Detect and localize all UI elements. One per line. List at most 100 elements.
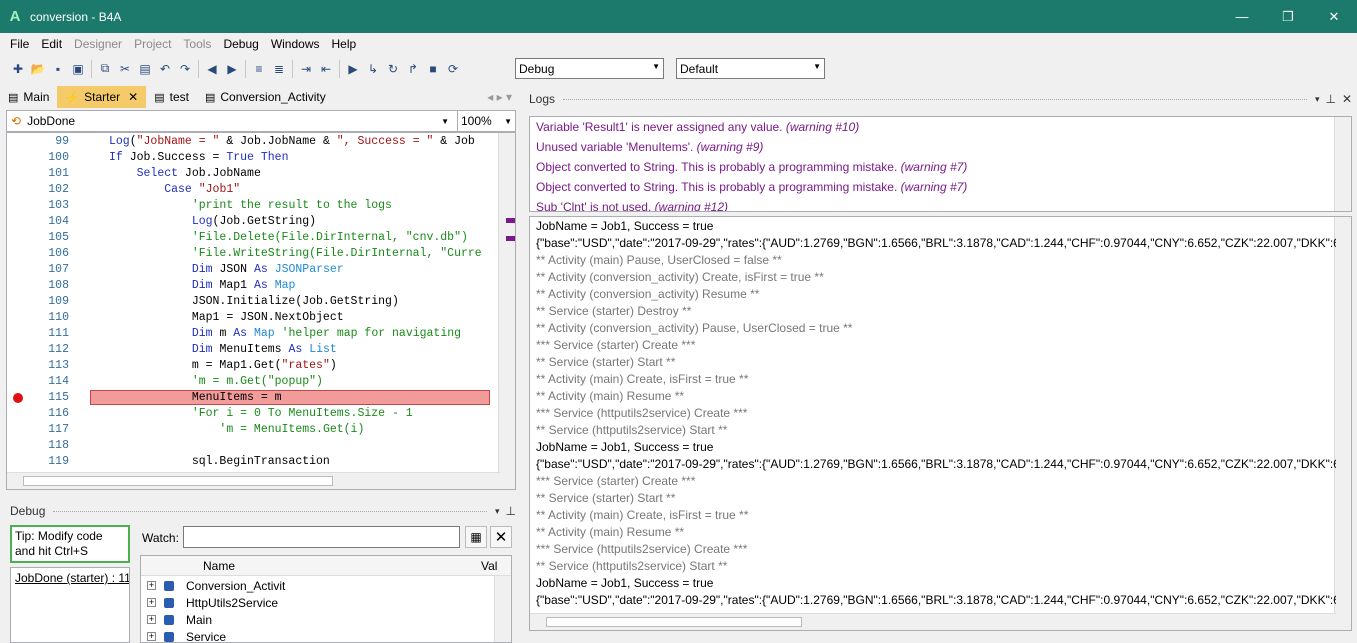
pin-icon[interactable]: ⊥ (1325, 92, 1335, 106)
watch-input[interactable] (183, 526, 460, 548)
breakpoint-icon[interactable] (13, 393, 23, 403)
comment-icon[interactable]: ≡ (249, 59, 269, 79)
menu-windows[interactable]: Windows (265, 37, 326, 51)
menu-edit[interactable]: Edit (35, 37, 68, 51)
code-line[interactable]: 106 'File.WriteString(File.DirInternal, … (7, 246, 490, 262)
expand-icon[interactable]: + (147, 581, 156, 590)
build-config-select[interactable]: Debug ▼ (515, 58, 664, 79)
tab-conversion-activity[interactable]: ▤ Conversion_Activity (197, 86, 334, 108)
code-line[interactable]: 101 Select Job.JobName (7, 166, 490, 182)
code-line[interactable]: 109 JSON.Initialize(Job.GetString) (7, 294, 490, 310)
copy-icon[interactable]: ⧉ (95, 59, 115, 79)
save-icon[interactable]: ▪ (48, 59, 68, 79)
code-line[interactable]: 116 'For i = 0 To MenuItems.Size - 1 (7, 406, 490, 422)
vertical-scrollbar[interactable] (498, 133, 515, 489)
code-line[interactable]: 104 Log(Job.GetString) (7, 214, 490, 230)
expand-icon[interactable]: + (147, 615, 156, 624)
tab-starter[interactable]: ⚡ Starter ✕ (57, 86, 147, 108)
close-button[interactable]: ✕ (1311, 0, 1357, 33)
menu-project[interactable]: Project (128, 37, 177, 51)
run-icon[interactable]: ▶ (343, 59, 363, 79)
vertical-scrollbar[interactable] (1334, 217, 1351, 630)
zoom-value: 100% (461, 114, 492, 128)
open-folder-icon[interactable]: 📂 (28, 59, 48, 79)
calculator-icon[interactable]: ▦ (465, 526, 487, 548)
menu-designer[interactable]: Designer (68, 37, 128, 51)
expand-icon[interactable]: + (147, 632, 156, 641)
clear-watch-icon[interactable]: ✕ (490, 526, 512, 548)
step-over-icon[interactable]: ↻ (383, 59, 403, 79)
code-line[interactable]: 118 (7, 438, 490, 454)
tree-item[interactable]: + Service (147, 628, 226, 642)
code-line[interactable]: 115 MenuItems = m (7, 390, 490, 406)
warning-item[interactable]: Object converted to String. This is prob… (536, 180, 967, 194)
warning-item[interactable]: Variable 'Result1' is never assigned any… (536, 120, 859, 134)
code-line[interactable]: 117 'm = MenuItems.Get(i) (7, 422, 490, 438)
outdent-icon[interactable]: ⇤ (316, 59, 336, 79)
editor-header: ⟲ JobDone ▼ 100% ▼ (6, 110, 516, 132)
close-tab-icon[interactable]: ✕ (128, 90, 138, 104)
horizontal-scrollbar[interactable] (7, 472, 500, 489)
warning-item[interactable]: Unused variable 'MenuItems'. (warning #9… (536, 140, 763, 154)
forward-icon[interactable]: ▶ (222, 59, 242, 79)
menu-debug[interactable]: Debug (217, 37, 264, 51)
zoom-select[interactable]: 100% ▼ (457, 111, 515, 131)
cut-icon[interactable]: ✂ (115, 59, 135, 79)
stop-icon[interactable]: ■ (423, 59, 443, 79)
dropdown-icon[interactable]: ▾ (1315, 94, 1320, 105)
code-line[interactable]: 108 Dim Map1 As Map (7, 278, 490, 294)
code-line[interactable]: 111 Dim m As Map 'helper map for navigat… (7, 326, 490, 342)
code-line[interactable]: 100 If Job.Success = True Then (7, 150, 490, 166)
horizontal-scrollbar[interactable] (530, 613, 1336, 630)
pin-icon[interactable]: ⊥ (506, 504, 516, 518)
maximize-button[interactable]: ❐ (1265, 0, 1311, 33)
paste-icon[interactable]: ▤ (135, 59, 155, 79)
expand-icon[interactable]: + (147, 598, 156, 607)
log-line: *** Service (httputils2service) Create *… (536, 406, 748, 420)
close-icon[interactable]: ✕ (1342, 92, 1352, 106)
code-line[interactable]: 112 Dim MenuItems As List (7, 342, 490, 358)
menu-file[interactable]: File (4, 37, 35, 51)
warning-item[interactable]: Sub 'Clnt' is not used. (warning #12) (536, 200, 728, 211)
tree-item[interactable]: + Main (147, 611, 212, 628)
vertical-scrollbar[interactable] (494, 576, 511, 642)
sub-select[interactable]: ⟲ JobDone ▼ (7, 111, 453, 131)
save-all-icon[interactable]: ▣ (68, 59, 88, 79)
code-line[interactable]: 114 'm = m.Get("popup") (7, 374, 490, 390)
code-line[interactable]: 103 'print the result to the logs (7, 198, 490, 214)
code-line[interactable]: 99 Log("JobName = " & Job.JobName & ", Su… (7, 134, 490, 150)
tab-main[interactable]: ▤ Main (0, 86, 57, 108)
menu-help[interactable]: Help (326, 37, 363, 51)
code-line[interactable]: 113 m = Map1.Get("rates") (7, 358, 490, 374)
stack-frame[interactable]: JobDone (starter) : 115 (15, 571, 129, 585)
redo-icon[interactable]: ↷ (175, 59, 195, 79)
minimize-button[interactable]: — (1219, 0, 1265, 33)
code-line[interactable]: 119 sql.BeginTransaction (7, 454, 490, 470)
new-file-icon[interactable]: ✚ (8, 59, 28, 79)
step-in-icon[interactable]: ↳ (363, 59, 383, 79)
code-line[interactable]: 107 Dim JSON As JSONParser (7, 262, 490, 278)
warning-item[interactable]: Object converted to String. This is prob… (536, 160, 967, 174)
tree-item[interactable]: + Conversion_Activit (147, 577, 285, 594)
code-line[interactable]: 105 'File.Delete(File.DirInternal, "cnv.… (7, 230, 490, 246)
vertical-scrollbar[interactable] (1334, 117, 1351, 211)
column-name[interactable]: Name (203, 559, 235, 573)
tab-scroll-arrows[interactable]: ◂ ▸ ▾ (479, 86, 520, 108)
tree-item[interactable]: + HttpUtils2Service (147, 594, 278, 611)
undo-icon[interactable]: ↶ (155, 59, 175, 79)
column-value[interactable]: Val (481, 559, 497, 573)
tab-test[interactable]: ▤ test (146, 86, 197, 108)
step-out-icon[interactable]: ↱ (403, 59, 423, 79)
line-number: 113 (48, 359, 69, 372)
code-line[interactable]: 110 Map1 = JSON.NextObject (7, 310, 490, 326)
device-select[interactable]: Default ▼ (676, 58, 825, 79)
indent-icon[interactable]: ⇥ (296, 59, 316, 79)
uncomment-icon[interactable]: ≣ (269, 59, 289, 79)
code-line[interactable]: 102 Case "Job1" (7, 182, 490, 198)
tree-item-label: Main (186, 612, 213, 627)
back-icon[interactable]: ◀ (202, 59, 222, 79)
menu-tools[interactable]: Tools (177, 37, 217, 51)
restart-icon[interactable]: ⟳ (443, 59, 463, 79)
code-editor[interactable]: 99 Log("JobName = " & Job.JobName & ", Su… (6, 132, 516, 490)
dropdown-icon[interactable]: ▾ (495, 506, 500, 517)
